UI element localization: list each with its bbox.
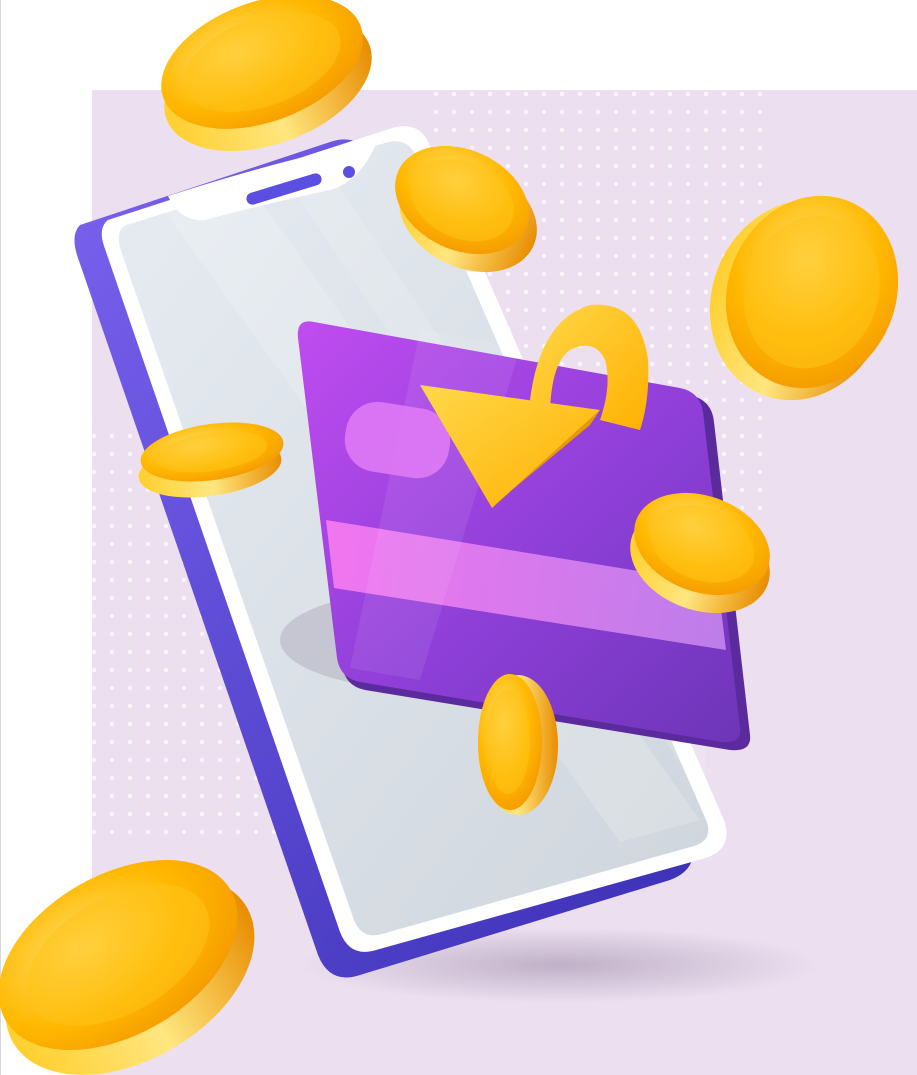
phone-camera <box>343 166 355 178</box>
coin <box>478 674 558 815</box>
payment-illustration <box>0 0 917 1075</box>
